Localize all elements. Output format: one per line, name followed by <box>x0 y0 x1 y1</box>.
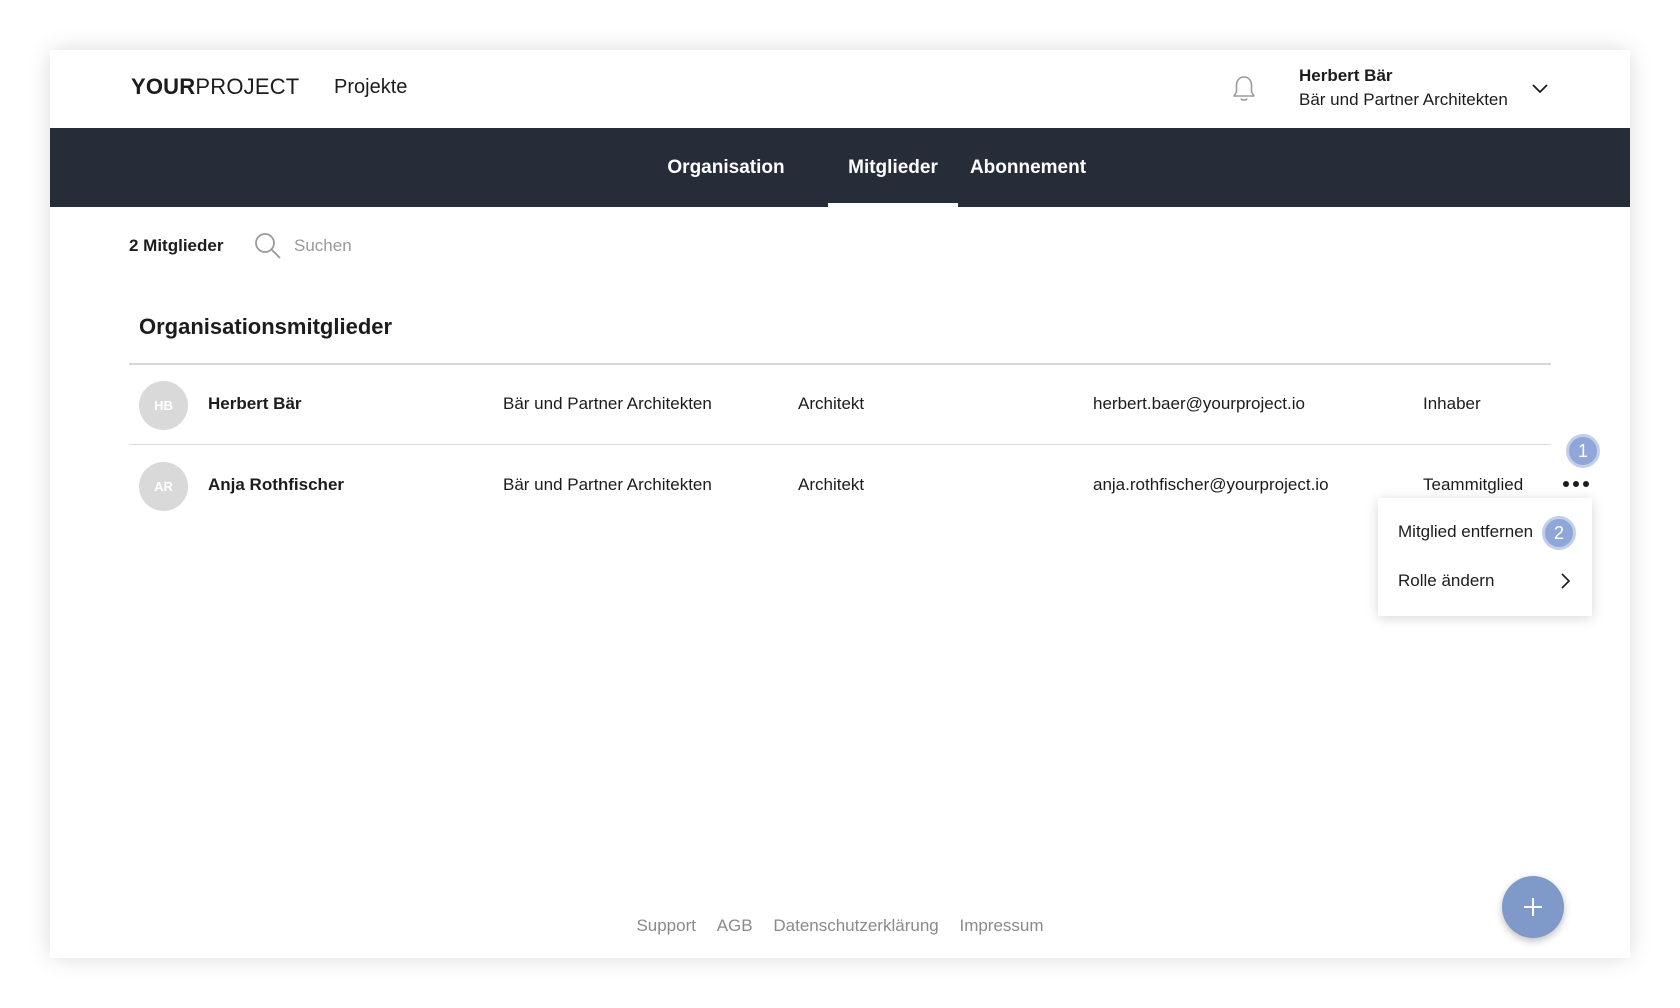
chevron-down-icon[interactable] <box>1530 78 1550 98</box>
member-row[interactable]: HB Herbert Bär Bär und Partner Architekt… <box>129 365 1551 445</box>
user-organization: Bär und Partner Architekten <box>1299 90 1508 109</box>
member-count: 2 Mitglieder <box>129 236 224 255</box>
add-member-button[interactable] <box>1502 876 1564 938</box>
menu-item-label: Rolle ändern <box>1398 571 1495 590</box>
member-company: Bär und Partner Architekten <box>503 394 712 413</box>
menu-item-label: Mitglied entfernen <box>1398 522 1534 541</box>
section-title: Organisationsmitglieder <box>139 314 393 339</box>
member-profession: Architekt <box>798 475 865 494</box>
footer-link-privacy[interactable]: Datenschutzerklärung <box>773 916 938 935</box>
menu-item-change-role[interactable]: Rolle ändern <box>1378 557 1592 605</box>
nav-projects-link[interactable]: Projekte <box>334 76 407 99</box>
tab-bar: Organisation Mitglieder Abonnement <box>50 128 1630 207</box>
footer-link-agb[interactable]: AGB <box>717 916 753 935</box>
footer-link-imprint[interactable]: Impressum <box>959 916 1043 935</box>
bell-icon[interactable] <box>1230 74 1258 104</box>
search-icon[interactable] <box>253 231 283 261</box>
member-name: Herbert Bär <box>208 394 302 413</box>
avatar: HB <box>139 381 188 430</box>
logo[interactable]: YOURPROJECT <box>131 74 299 100</box>
member-row[interactable]: AR Anja Rothfischer Bär und Partner Arch… <box>129 446 1551 526</box>
tab-abonnement[interactable]: Abonnement <box>958 128 1098 207</box>
user-name: Herbert Bär <box>1299 66 1393 85</box>
chevron-right-icon <box>1561 573 1571 589</box>
more-options-icon[interactable] <box>1561 474 1593 494</box>
tab-mitglieder[interactable]: Mitglieder <box>828 128 958 207</box>
top-header: YOURPROJECT Projekte Herbert Bär Bär und… <box>50 50 1630 128</box>
member-role: Teammitglied <box>1423 475 1524 494</box>
member-company: Bär und Partner Architekten <box>503 475 712 494</box>
tab-organisation[interactable]: Organisation <box>645 128 807 207</box>
step-badge-1: 1 <box>1566 434 1600 468</box>
footer-link-support[interactable]: Support <box>636 916 696 935</box>
logo-bold-text: YOUR <box>131 74 196 99</box>
member-profession: Architekt <box>798 394 865 413</box>
member-email: anja.rothfischer@yourproject.io <box>1093 475 1329 494</box>
step-badge-2: 2 <box>1542 516 1576 550</box>
member-email: herbert.baer@yourproject.io <box>1093 394 1305 413</box>
avatar: AR <box>139 462 188 511</box>
member-role: Inhaber <box>1423 394 1481 413</box>
member-name: Anja Rothfischer <box>208 475 345 494</box>
logo-light-text: PROJECT <box>195 74 300 99</box>
user-menu[interactable]: Herbert Bär Bär und Partner Architekten <box>1299 65 1508 113</box>
footer: Support AGB Datenschutzerklärung Impress… <box>50 916 1630 936</box>
search-input[interactable] <box>294 228 594 264</box>
app-window: YOURPROJECT Projekte Herbert Bär Bär und… <box>50 50 1630 958</box>
